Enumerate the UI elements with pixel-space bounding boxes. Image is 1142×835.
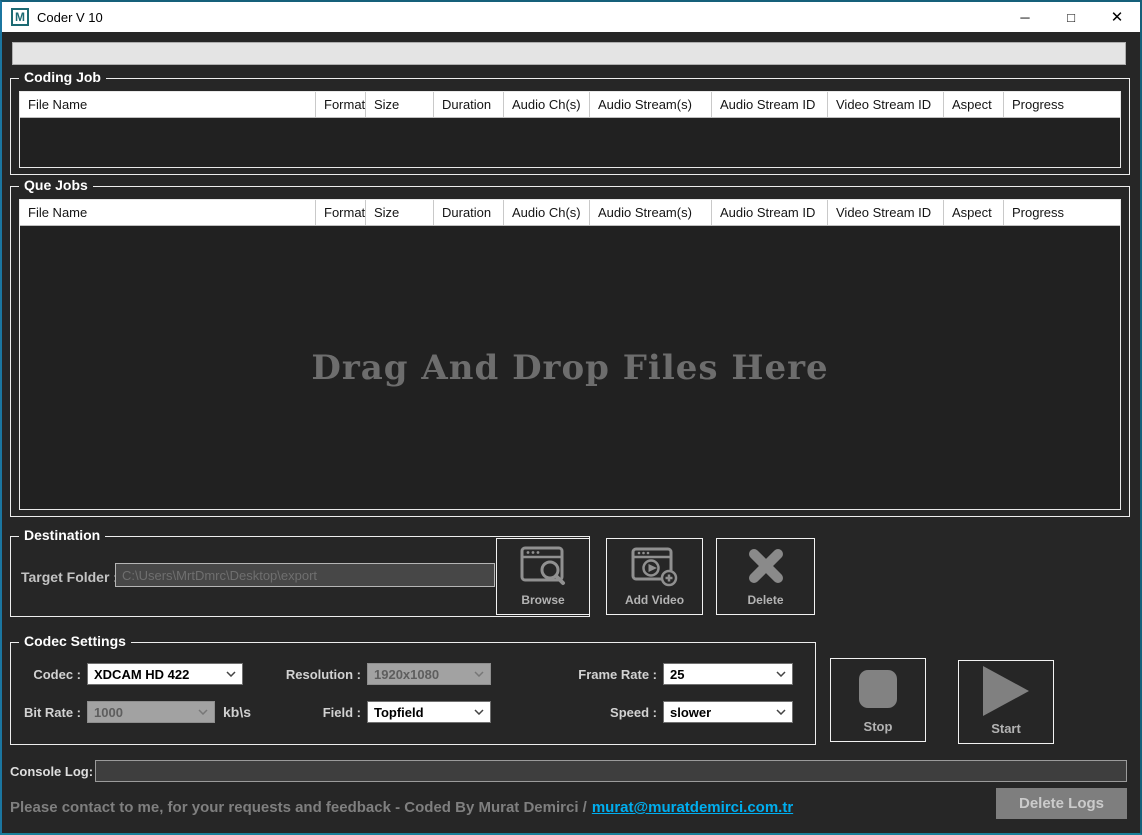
overall-progress-bar [12, 42, 1126, 65]
delete-x-icon [717, 539, 814, 593]
speed-value: slower [670, 705, 711, 720]
que-jobs-table-header: File NameFormatSizeDurationAudio Ch(s)Au… [20, 200, 1120, 226]
bit-rate-value: 1000 [94, 705, 123, 720]
column-header-audio-stream-s-[interactable]: Audio Stream(s) [590, 200, 712, 225]
chevron-down-icon [198, 709, 208, 715]
codec-value: XDCAM HD 422 [94, 667, 189, 682]
add-video-button[interactable]: Add Video [606, 538, 703, 615]
bit-rate-label: Bit Rate : [13, 705, 81, 720]
play-icon [959, 661, 1053, 721]
que-jobs-group-title: Que Jobs [19, 177, 93, 193]
speed-label: Speed : [547, 705, 657, 720]
coding-job-group: Coding Job File NameFormatSizeDurationAu… [10, 78, 1130, 175]
titlebar: M Coder V 10 ─ □ ✕ [2, 2, 1140, 32]
column-header-format[interactable]: Format [316, 92, 366, 117]
column-header-audio-stream-id[interactable]: Audio Stream ID [712, 92, 828, 117]
bit-rate-unit: kb\s [223, 704, 251, 720]
chevron-down-icon [474, 709, 484, 715]
start-button[interactable]: Start [958, 660, 1054, 744]
browse-folder-icon [497, 539, 589, 593]
email-link[interactable]: murat@muratdemirci.com.tr [592, 799, 793, 816]
browse-button-label: Browse [521, 593, 564, 614]
target-folder-input[interactable] [115, 563, 495, 587]
coding-job-table[interactable]: File NameFormatSizeDurationAudio Ch(s)Au… [19, 91, 1121, 168]
coding-job-table-body[interactable] [20, 118, 1120, 167]
stop-icon [831, 659, 925, 719]
que-jobs-group: Que Jobs File NameFormatSizeDurationAudi… [10, 186, 1130, 517]
field-value: Topfield [374, 705, 424, 720]
footer-message-text: Please contact to me, for your requests … [10, 799, 587, 816]
que-jobs-table[interactable]: File NameFormatSizeDurationAudio Ch(s)Au… [19, 199, 1121, 510]
column-header-aspect[interactable]: Aspect [944, 92, 1004, 117]
stop-button-label: Stop [864, 719, 893, 741]
field-label: Field : [259, 705, 361, 720]
stop-button[interactable]: Stop [830, 658, 926, 742]
footer-message: Please contact to me, for your requests … [10, 799, 793, 816]
delete-logs-button[interactable]: Delete Logs [996, 788, 1127, 819]
close-button[interactable]: ✕ [1094, 2, 1140, 32]
column-header-duration[interactable]: Duration [434, 200, 504, 225]
column-header-size[interactable]: Size [366, 200, 434, 225]
column-header-progress[interactable]: Progress [1004, 200, 1120, 225]
column-header-audio-ch-s-[interactable]: Audio Ch(s) [504, 92, 590, 117]
resolution-select: 1920x1080 [367, 663, 491, 685]
column-header-file-name[interactable]: File Name [20, 200, 316, 225]
que-jobs-drop-zone[interactable]: Drag And Drop Files Here [20, 226, 1120, 509]
app-logo-icon: M [11, 8, 29, 26]
chevron-down-icon [776, 709, 786, 715]
resolution-label: Resolution : [259, 667, 361, 682]
column-header-file-name[interactable]: File Name [20, 92, 316, 117]
delete-button[interactable]: Delete [716, 538, 815, 615]
app-window: M Coder V 10 ─ □ ✕ Coding Job File NameF… [0, 0, 1142, 835]
resolution-value: 1920x1080 [374, 667, 439, 682]
destination-group-title: Destination [19, 527, 105, 543]
column-header-progress[interactable]: Progress [1004, 92, 1120, 117]
bit-rate-select: 1000 [87, 701, 215, 723]
console-log-output[interactable] [95, 760, 1127, 782]
codec-settings-group: Codec Settings Codec : XDCAM HD 422 Reso… [10, 642, 816, 745]
maximize-button[interactable]: □ [1048, 2, 1094, 32]
drag-drop-hint: Drag And Drop Files Here [311, 348, 828, 388]
column-header-audio-ch-s-[interactable]: Audio Ch(s) [504, 200, 590, 225]
codec-settings-group-title: Codec Settings [19, 633, 131, 649]
column-header-audio-stream-id[interactable]: Audio Stream ID [712, 200, 828, 225]
column-header-video-stream-id[interactable]: Video Stream ID [828, 200, 944, 225]
frame-rate-label: Frame Rate : [547, 667, 657, 682]
coding-job-table-header: File NameFormatSizeDurationAudio Ch(s)Au… [20, 92, 1120, 118]
target-folder-label: Target Folder : [21, 569, 118, 585]
frame-rate-value: 25 [670, 667, 684, 682]
chevron-down-icon [776, 671, 786, 677]
column-header-duration[interactable]: Duration [434, 92, 504, 117]
chevron-down-icon [474, 671, 484, 677]
coding-job-group-title: Coding Job [19, 69, 106, 85]
codec-label: Codec : [13, 667, 81, 682]
window-controls: ─ □ ✕ [1002, 2, 1140, 32]
window-title: Coder V 10 [37, 10, 103, 25]
chevron-down-icon [226, 671, 236, 677]
console-log-label: Console Log: [10, 764, 93, 779]
browse-button[interactable]: Browse [496, 538, 590, 615]
column-header-size[interactable]: Size [366, 92, 434, 117]
delete-button-label: Delete [747, 593, 783, 614]
codec-select[interactable]: XDCAM HD 422 [87, 663, 243, 685]
frame-rate-select[interactable]: 25 [663, 663, 793, 685]
add-video-icon [607, 539, 702, 593]
column-header-aspect[interactable]: Aspect [944, 200, 1004, 225]
speed-select[interactable]: slower [663, 701, 793, 723]
add-video-button-label: Add Video [625, 593, 684, 614]
minimize-button[interactable]: ─ [1002, 2, 1048, 32]
column-header-audio-stream-s-[interactable]: Audio Stream(s) [590, 92, 712, 117]
column-header-video-stream-id[interactable]: Video Stream ID [828, 92, 944, 117]
field-select[interactable]: Topfield [367, 701, 491, 723]
column-header-format[interactable]: Format [316, 200, 366, 225]
start-button-label: Start [991, 721, 1021, 743]
